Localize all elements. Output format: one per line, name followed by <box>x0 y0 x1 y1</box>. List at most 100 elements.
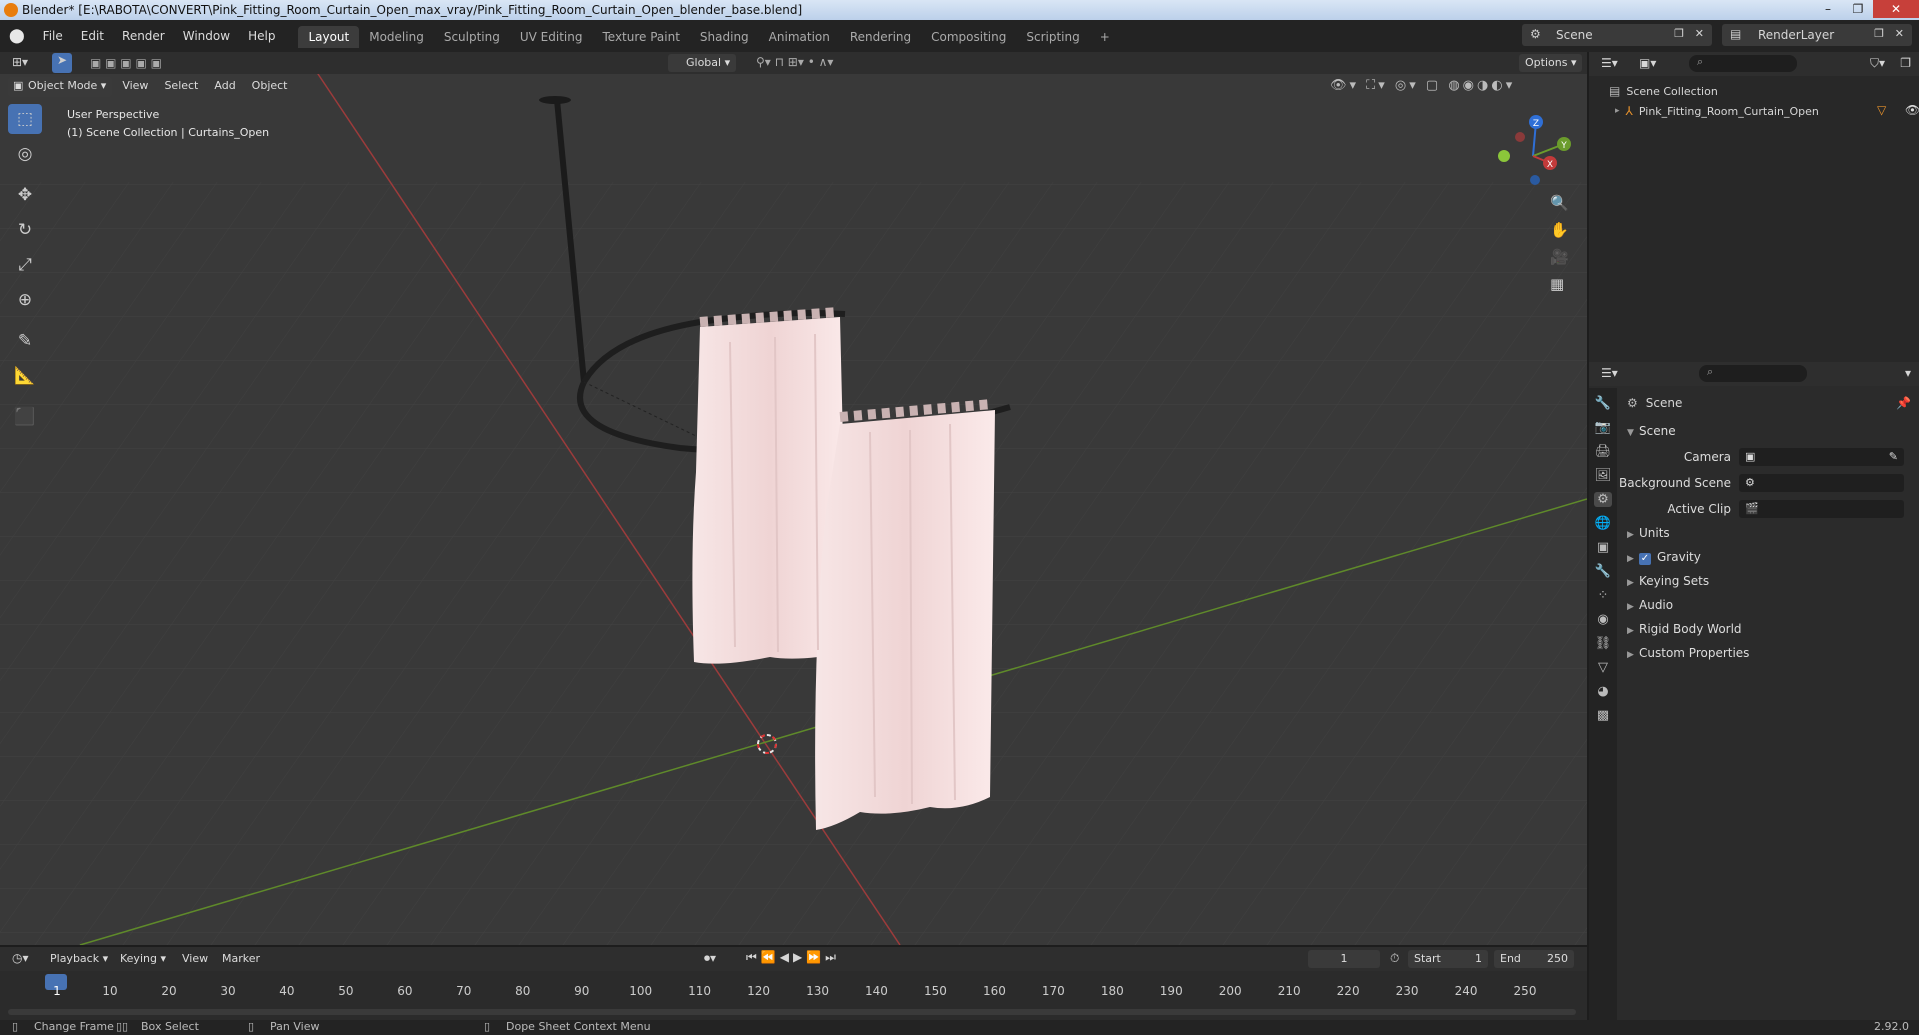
gravity-panel[interactable]: ▶ ✓ Gravity <box>1627 546 1701 568</box>
record-icon[interactable]: ⏺▾ <box>704 951 716 966</box>
output-tab-icon[interactable]: 🖨 <box>1595 444 1612 459</box>
tab-texture-paint[interactable]: Texture Paint <box>592 26 689 48</box>
menu-help[interactable]: Help <box>239 20 284 52</box>
material-tab-icon[interactable]: ◕ <box>1597 684 1608 699</box>
render-tab-icon[interactable]: 📷 <box>1595 420 1611 435</box>
camera-view-icon[interactable]: 🎥 <box>1550 248 1569 266</box>
menu-window[interactable]: Window <box>174 20 239 52</box>
tab-animation[interactable]: Animation <box>759 26 840 48</box>
start-frame-field[interactable]: Start 1 <box>1408 950 1488 968</box>
renderlayer-selector[interactable]: ▤ RenderLayer ❐ ✕ <box>1722 24 1912 46</box>
tab-uv-editing[interactable]: UV Editing <box>510 26 593 48</box>
camera-field[interactable]: Camera ▣ ✎ <box>1619 446 1909 468</box>
viewport-menu-select[interactable]: Select <box>158 77 204 97</box>
background-scene-field[interactable]: Background Scene ⚙ <box>1619 472 1909 494</box>
scene-selector[interactable]: ⚙ Scene ❐ ✕ <box>1522 24 1712 46</box>
timeline-view-menu[interactable]: View <box>176 950 214 968</box>
annotate-tool-icon[interactable]: ✎ <box>8 326 42 356</box>
outliner-editor-icon[interactable]: ☰▾ <box>1601 56 1618 70</box>
menu-file[interactable]: File <box>34 20 72 52</box>
pin-icon[interactable]: 📌 <box>1896 396 1911 410</box>
transform-tool-icon[interactable]: ⊕ <box>8 285 42 315</box>
zoom-icon[interactable]: 🔍 <box>1550 194 1569 212</box>
stopwatch-icon[interactable]: ⏱ <box>1390 951 1399 966</box>
properties-options-chevron-icon[interactable]: ▾ <box>1905 366 1911 380</box>
menu-render[interactable]: Render <box>113 20 174 52</box>
tab-modeling[interactable]: Modeling <box>359 26 434 48</box>
outliner-search-input[interactable]: ⌕ <box>1689 55 1797 72</box>
particles-tab-icon[interactable]: ⁘ <box>1598 588 1609 603</box>
outliner-row-scene-collection[interactable]: ▤ Scene Collection <box>1609 84 1718 98</box>
properties-editor-icon[interactable]: ☰▾ <box>1601 366 1618 380</box>
world-tab-icon[interactable]: 🌐 <box>1595 516 1611 531</box>
measure-tool-icon[interactable]: 📐 <box>8 361 42 391</box>
options-button[interactable]: Options ▾ <box>1519 54 1583 72</box>
select-mode-icons[interactable]: ▣ ▣ ▣ ▣ ▣ <box>90 56 162 70</box>
viewport-3d[interactable] <box>0 52 1587 945</box>
custom-properties-panel[interactable]: ▶ Custom Properties <box>1627 642 1749 664</box>
viewport-menu-view[interactable]: View <box>116 77 154 97</box>
keying-menu[interactable]: Keying ▾ <box>114 950 172 968</box>
editor-type-icon[interactable]: ⊞▾ <box>12 55 28 69</box>
rotate-tool-icon[interactable]: ↻ <box>8 215 42 245</box>
active-clip-field[interactable]: Active Clip 🎬 <box>1619 498 1909 520</box>
playback-menu[interactable]: Playback ▾ <box>44 950 114 968</box>
tab-compositing[interactable]: Compositing <box>921 26 1016 48</box>
tab-scripting[interactable]: Scripting <box>1016 26 1089 48</box>
units-panel[interactable]: ▶ Units <box>1627 522 1670 544</box>
object-tab-icon[interactable]: ▣ <box>1597 540 1609 555</box>
filter-icon[interactable]: ⛉▾ <box>1870 56 1885 71</box>
constraints-tab-icon[interactable]: ⛓ <box>1595 636 1612 651</box>
viewport-menu-object[interactable]: Object <box>246 77 294 97</box>
transform-orientation-select[interactable]: Global ▾ <box>668 54 737 72</box>
modifier-icon[interactable]: ▽ <box>1877 103 1886 117</box>
menu-edit[interactable]: Edit <box>72 20 113 52</box>
outliner-row-object[interactable]: ▸ ⅄ Pink_Fitting_Room_Curtain_Open ▽ 👁 <box>1615 103 1919 118</box>
add-cube-tool-icon[interactable]: ⬛ <box>8 402 42 432</box>
maximize-button[interactable]: ❐ <box>1843 0 1873 18</box>
rigid-body-world-panel[interactable]: ▶ Rigid Body World <box>1627 618 1742 640</box>
blender-menu-icon[interactable]: ⬤ <box>0 20 34 52</box>
minimize-button[interactable]: – <box>1813 0 1843 18</box>
navigation-gizmo[interactable]: Z Y X <box>1490 108 1580 198</box>
tool-tab-icon[interactable]: 🔧 <box>1595 396 1611 411</box>
active-clip-input[interactable]: 🎬 <box>1739 500 1904 518</box>
viewport-shading-controls[interactable]: 👁▾ ⛶▾ ◎▾ ▢ ◍◉◑◐▾ <box>1330 78 1515 93</box>
visibility-eye-icon[interactable]: 👁 <box>1905 103 1919 117</box>
timeline-scrollbar[interactable] <box>8 1009 1576 1015</box>
close-button[interactable]: ✕ <box>1873 0 1919 18</box>
keying-sets-panel[interactable]: ▶ Keying Sets <box>1627 570 1709 592</box>
cursor-tool-icon[interactable]: ◎ <box>8 139 42 169</box>
select-tool-icon[interactable]: ➤ <box>52 53 72 73</box>
scene-panel-header[interactable]: ▼ Scene <box>1627 420 1676 442</box>
object-mode-select[interactable]: ▣ Object Mode ▾ <box>8 77 113 97</box>
expand-chevron-icon[interactable]: ▸ <box>1615 106 1620 116</box>
pivot-icons[interactable]: ⚲▾ ⊓ ⊞▾ • ∧▾ <box>756 55 833 69</box>
new-collection-icon[interactable]: ❐ <box>1900 56 1911 70</box>
camera-input[interactable]: ▣ ✎ <box>1739 448 1904 466</box>
tab-layout[interactable]: Layout <box>298 26 360 48</box>
end-frame-field[interactable]: End 250 <box>1494 950 1574 968</box>
select-box-tool-icon[interactable]: ⬚ <box>8 104 42 134</box>
eyedropper-icon[interactable]: ✎ <box>1889 448 1898 466</box>
delete-renderlayer-icon[interactable]: ✕ <box>1895 27 1904 40</box>
ortho-grid-icon[interactable]: ▦ <box>1550 275 1569 293</box>
marker-menu[interactable]: Marker <box>216 950 266 968</box>
audio-panel[interactable]: ▶ Audio <box>1627 594 1673 616</box>
display-mode-icon[interactable]: ▣▾ <box>1639 56 1656 70</box>
tab-shading[interactable]: Shading <box>690 26 759 48</box>
move-tool-icon[interactable]: ✥ <box>8 180 42 210</box>
scale-tool-icon[interactable]: ⤢ <box>8 250 42 280</box>
timeline-editor-icon[interactable]: ◷▾ <box>12 951 29 965</box>
current-frame-field[interactable]: 1 <box>1308 950 1380 968</box>
gravity-checkbox[interactable]: ✓ <box>1639 553 1651 565</box>
background-scene-input[interactable]: ⚙ <box>1739 474 1904 492</box>
scene-tab-icon[interactable]: ⚙ <box>1594 492 1612 507</box>
viewport-menu-add[interactable]: Add <box>208 77 241 97</box>
physics-tab-icon[interactable]: ◉ <box>1597 612 1608 627</box>
new-renderlayer-icon[interactable]: ❐ <box>1874 27 1884 40</box>
tab-rendering[interactable]: Rendering <box>840 26 921 48</box>
playback-controls[interactable]: ⏮⏪◀▶⏩⏭ <box>746 950 840 965</box>
properties-search-input[interactable]: ⌕ <box>1699 365 1807 382</box>
data-tab-icon[interactable]: ▽ <box>1598 660 1608 675</box>
